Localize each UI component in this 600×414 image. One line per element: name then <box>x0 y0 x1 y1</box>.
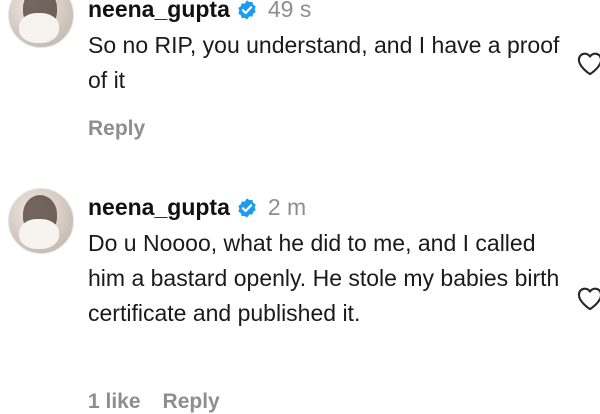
username[interactable]: neena_gupta <box>88 194 230 221</box>
comment-header: neena_gupta 2 m <box>88 194 306 221</box>
avatar[interactable] <box>8 0 74 48</box>
comment-text: Do u Noooo, what he did to me, and I cal… <box>88 230 560 326</box>
timestamp: 49 s <box>267 0 312 22</box>
comment-text: So no RIP, you understand, and I have a … <box>88 32 560 93</box>
username[interactable]: neena_gupta <box>88 0 230 23</box>
heart-outline-icon[interactable] <box>576 285 600 311</box>
comment-actions: 1 like Reply <box>88 390 220 414</box>
timestamp: 2 m <box>267 194 307 220</box>
comment-actions: Reply <box>88 117 145 141</box>
verified-badge-icon <box>238 0 256 20</box>
reply-button[interactable]: Reply <box>163 390 220 414</box>
likes-count[interactable]: 1 like <box>88 390 141 414</box>
heart-outline-icon[interactable] <box>576 50 600 76</box>
verified-badge-icon <box>238 197 256 218</box>
reply-button[interactable]: Reply <box>88 117 145 141</box>
avatar[interactable] <box>8 188 74 254</box>
comment-header: neena_gupta 49 s <box>88 0 311 23</box>
